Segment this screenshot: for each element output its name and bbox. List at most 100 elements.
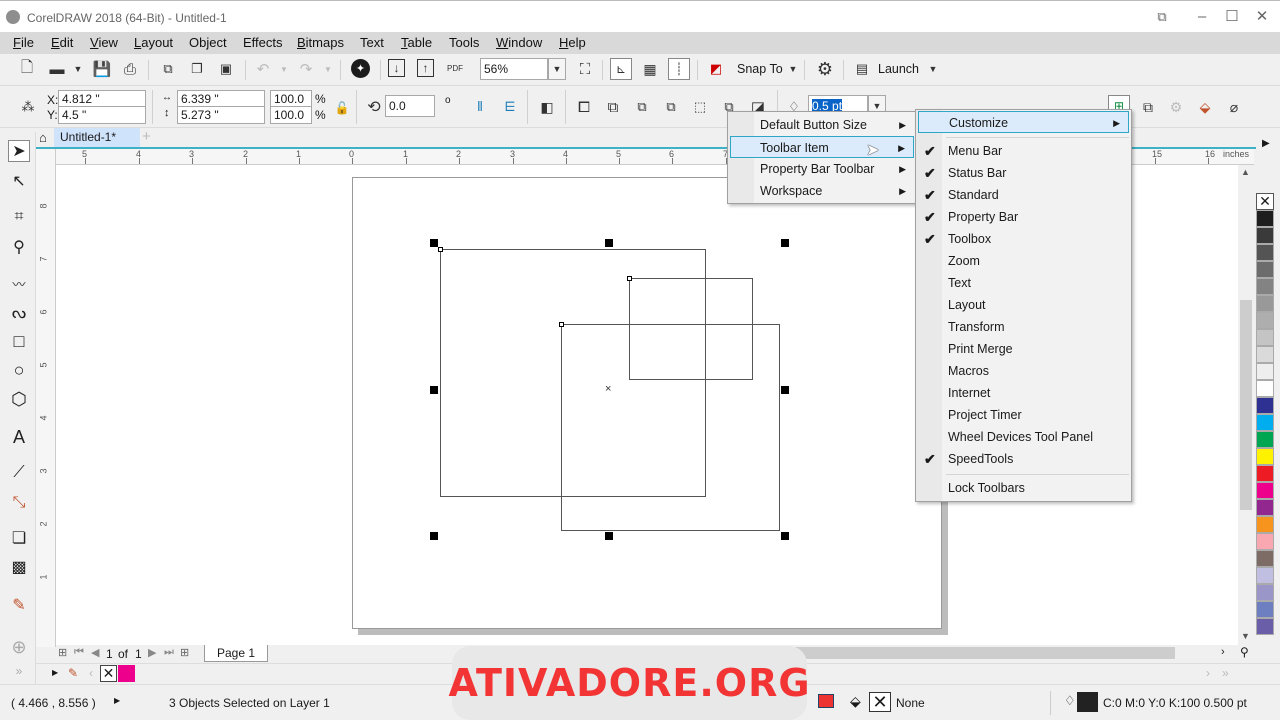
undo-icon[interactable]: ↶ <box>253 59 273 79</box>
maximize-button[interactable]: ☐ <box>1220 7 1244 27</box>
connector-tool-icon[interactable]: ⤡ <box>8 492 30 514</box>
zoom-level-input[interactable]: 56% <box>480 58 548 80</box>
reference-point-icon[interactable]: ⁂ <box>18 97 38 117</box>
y-position-input[interactable]: 4.5 " <box>58 106 146 124</box>
launch-icon[interactable]: ▤ <box>852 59 872 79</box>
transparency-tool-icon[interactable]: ▩ <box>8 556 30 578</box>
selection-handle[interactable] <box>781 239 789 247</box>
snap-off-icon[interactable]: ◩ <box>706 59 726 79</box>
color-swatch[interactable] <box>1256 312 1274 329</box>
save-icon[interactable]: 💾 <box>92 59 112 79</box>
node-large[interactable] <box>438 247 443 252</box>
selection-handle[interactable] <box>605 239 613 247</box>
dimension-tool-icon[interactable]: ⟋ <box>8 462 30 484</box>
page-tab[interactable]: Page 1 <box>204 645 269 662</box>
print-icon[interactable]: ⎙ <box>120 59 140 79</box>
color-swatch[interactable] <box>1256 482 1274 499</box>
rectangle-tool-icon[interactable]: □ <box>8 330 30 352</box>
selection-handle[interactable] <box>605 532 613 540</box>
doc-no-color-swatch[interactable]: ✕ <box>100 665 117 682</box>
color-swatch[interactable] <box>1256 244 1274 261</box>
zoom-dropdown-button[interactable]: ▼ <box>548 58 566 80</box>
search-content-icon[interactable]: ✦ <box>351 59 370 78</box>
toolbox-expand-icon[interactable]: » <box>8 660 30 682</box>
doc-color-swatch[interactable] <box>118 665 135 682</box>
home-icon[interactable]: ⌂ <box>39 130 47 145</box>
text-tool-icon[interactable]: A <box>8 426 30 448</box>
scroll-up-icon[interactable]: ▲ <box>1241 167 1250 177</box>
status-menu-icon[interactable]: ▶ <box>114 696 120 705</box>
selection-handle[interactable] <box>781 532 789 540</box>
palette-menu-icon[interactable]: ▶ <box>1262 138 1270 149</box>
add-tool-icon[interactable]: ⊕ <box>8 636 30 658</box>
fill-bucket-icon[interactable]: ⬙ <box>1195 97 1215 117</box>
color-swatch[interactable] <box>1256 431 1274 448</box>
intersect-icon[interactable]: ⧉ <box>632 97 652 117</box>
color-swatch[interactable] <box>1256 329 1274 346</box>
minimize-button[interactable]: – <box>1190 7 1214 27</box>
selection-handle[interactable] <box>430 532 438 540</box>
new-document-icon[interactable]: 🗋 <box>17 59 37 79</box>
menu-item-property-bar-toolbar[interactable]: Property Bar Toolbar ▶ <box>730 158 914 180</box>
drop-shadow-tool-icon[interactable]: ❏ <box>8 527 30 549</box>
close-button[interactable]: ✕ <box>1250 7 1274 27</box>
copy-icon[interactable]: ❐ <box>187 59 207 79</box>
menu-item-speedtools[interactable]: ✔ SpeedTools <box>918 448 1129 470</box>
menu-item-internet[interactable]: Internet <box>918 382 1129 404</box>
node-small[interactable] <box>627 276 632 281</box>
color-swatch[interactable] <box>1256 448 1274 465</box>
color-swatch[interactable] <box>1256 227 1274 244</box>
front-minus-back-icon[interactable]: ⬚ <box>690 97 710 117</box>
color-swatch[interactable] <box>1256 618 1274 635</box>
fill-none-swatch[interactable]: ✕ <box>869 692 891 712</box>
menu-help[interactable]: Help <box>559 35 586 50</box>
menu-item-customize[interactable]: Customize ▶ <box>918 111 1129 133</box>
menu-item-lock-toolbars[interactable]: Lock Toolbars <box>918 477 1129 499</box>
color-swatch[interactable] <box>1256 261 1274 278</box>
snap-to-button[interactable]: Snap To <box>737 62 783 76</box>
color-swatch[interactable] <box>1256 465 1274 482</box>
arrange-icon[interactable]: ◧ <box>537 97 557 117</box>
rectangle-medium[interactable] <box>561 324 780 531</box>
redo-dropdown-icon[interactable]: ▼ <box>318 59 338 79</box>
scroll-down-icon[interactable]: ▼ <box>1241 631 1250 641</box>
color-swatch[interactable] <box>1256 397 1274 414</box>
last-page-icon[interactable]: ⏭ <box>164 646 174 659</box>
mirror-horizontal-icon[interactable]: ⫴ <box>470 97 490 117</box>
pick-tool-icon[interactable]: ➤ <box>8 140 30 162</box>
add-page-before-icon[interactable]: ⊞ <box>58 646 67 659</box>
color-swatch[interactable] <box>1256 414 1274 431</box>
color-swatch[interactable] <box>1256 584 1274 601</box>
menu-text[interactable]: Text <box>360 35 384 50</box>
menu-object[interactable]: Object <box>189 35 227 50</box>
show-grid-icon[interactable]: ▦ <box>640 59 660 79</box>
full-screen-icon[interactable]: ⛶ <box>575 59 595 79</box>
selection-handle[interactable] <box>430 239 438 247</box>
color-swatch[interactable] <box>1256 278 1274 295</box>
outline-color-swatch[interactable] <box>1077 692 1098 712</box>
doc-palette-expand-icon[interactable]: » <box>1222 666 1229 680</box>
weld-icon[interactable]: ⧠ <box>574 97 594 117</box>
combine-icon[interactable]: ⧉ <box>1138 97 1158 117</box>
doc-palette-right-icon[interactable]: › <box>1206 666 1210 680</box>
open-icon[interactable]: ▬ <box>47 59 67 79</box>
crop-tool-icon[interactable]: ⌗ <box>8 206 30 228</box>
undo-dropdown-icon[interactable]: ▼ <box>274 59 294 79</box>
scroll-right-icon[interactable]: › <box>1221 646 1225 658</box>
scale-height-input[interactable]: 100.0 <box>270 106 312 124</box>
menu-item-print-merge[interactable]: Print Merge <box>918 338 1129 360</box>
color-swatch[interactable] <box>1256 380 1274 397</box>
menu-item-project-timer[interactable]: Project Timer <box>918 404 1129 426</box>
no-color-swatch[interactable]: ✕ <box>1256 193 1274 210</box>
launch-button[interactable]: Launch <box>878 62 919 76</box>
color-swatch[interactable] <box>1256 550 1274 567</box>
publish-pdf-icon[interactable]: PDF <box>445 59 465 79</box>
node-medium[interactable] <box>559 322 564 327</box>
doc-palette-eyedropper-icon[interactable]: ✎ <box>68 666 78 680</box>
menu-effects[interactable]: Effects <box>243 35 283 50</box>
menu-item-menu-bar[interactable]: ✔ Menu Bar <box>918 140 1129 162</box>
height-input[interactable]: 5.273 " <box>177 106 265 124</box>
shape-tool-icon[interactable]: ↖ <box>8 170 30 192</box>
quick-customize-icon[interactable]: ⚙ <box>1166 97 1186 117</box>
trim-icon[interactable]: ⧉ <box>603 97 623 117</box>
